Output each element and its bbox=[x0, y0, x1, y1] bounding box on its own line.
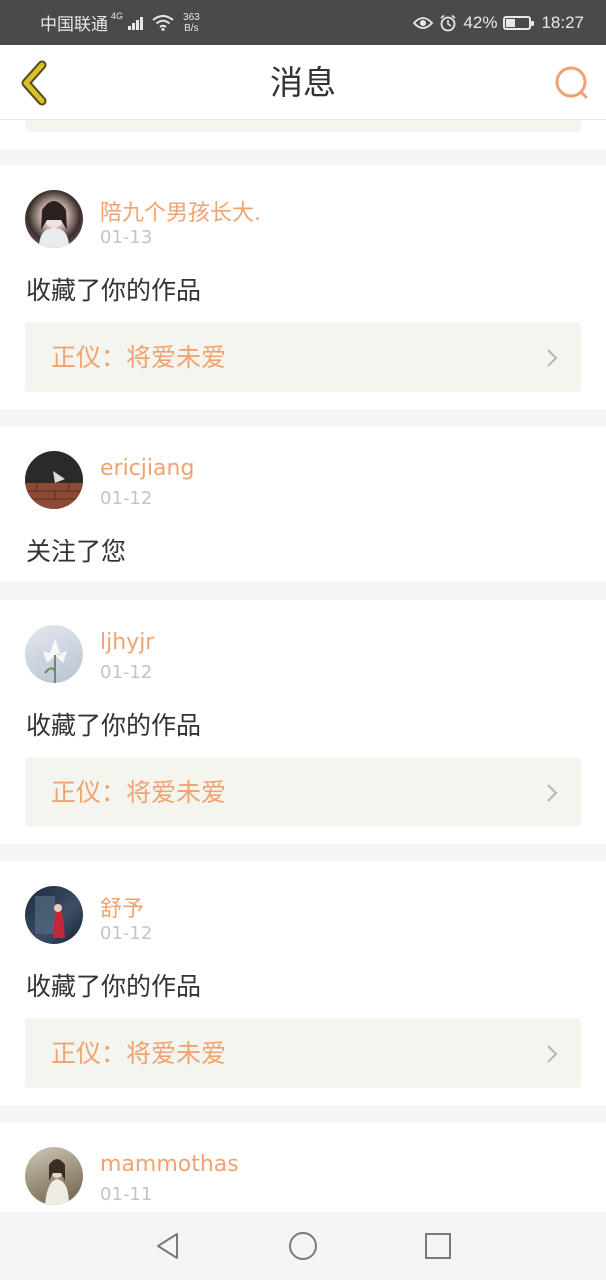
username[interactable]: 陪九个男孩长大. bbox=[100, 195, 261, 227]
signal-icon bbox=[128, 16, 144, 30]
chevron-right-icon bbox=[547, 784, 558, 802]
network-speed: 363 B/s bbox=[183, 12, 200, 34]
circle-home-icon[interactable] bbox=[287, 1230, 319, 1262]
status-bar: 中国联通 4G 363 B/s 42% 18:27 bbox=[0, 0, 606, 45]
work-link[interactable]: 正仪：将爱未爱 bbox=[25, 1018, 581, 1088]
message-date: 01-13 bbox=[100, 227, 153, 248]
avatar[interactable] bbox=[25, 451, 83, 509]
message-card: 舒予 01-12 收藏了你的作品 正仪：将爱未爱 bbox=[0, 861, 606, 1105]
battery-percent: 42% bbox=[463, 12, 498, 32]
work-link[interactable]: 正仪：将爱未爱 bbox=[25, 322, 581, 392]
system-nav-bar bbox=[0, 1212, 606, 1280]
username[interactable]: mammothas bbox=[100, 1152, 239, 1177]
clock: 18:27 bbox=[541, 12, 584, 32]
message-date: 01-12 bbox=[100, 923, 153, 944]
battery-icon bbox=[503, 15, 535, 30]
work-link-previous[interactable] bbox=[25, 120, 581, 132]
username[interactable]: ljhyjr bbox=[100, 630, 154, 655]
wifi-icon bbox=[152, 14, 174, 31]
status-right: 42% 18:27 bbox=[413, 0, 584, 45]
message-action: 收藏了你的作品 bbox=[26, 972, 202, 1001]
chevron-right-icon bbox=[547, 1045, 558, 1063]
app-header: 消息 bbox=[0, 45, 606, 120]
eye-icon bbox=[413, 16, 434, 29]
message-date: 01-11 bbox=[100, 1184, 153, 1205]
status-left: 中国联通 4G 363 B/s bbox=[40, 0, 200, 45]
alarm-icon bbox=[440, 14, 456, 31]
square-recents-icon[interactable] bbox=[422, 1230, 454, 1262]
message-date: 01-12 bbox=[100, 662, 153, 683]
message-card: 陪九个男孩长大. 01-13 收藏了你的作品 正仪：将爱未爱 bbox=[0, 165, 606, 409]
username[interactable]: ericjiang bbox=[100, 456, 194, 481]
username[interactable]: 舒予 bbox=[100, 891, 144, 923]
avatar[interactable] bbox=[25, 1147, 83, 1205]
avatar[interactable] bbox=[25, 190, 83, 248]
search-icon bbox=[555, 66, 588, 99]
search-button[interactable] bbox=[552, 63, 592, 103]
work-title: 正仪：将爱未爱 bbox=[51, 1039, 227, 1068]
network-type: 4G bbox=[111, 11, 124, 21]
carrier-name: 中国联通 bbox=[40, 15, 108, 34]
work-link[interactable]: 正仪：将爱未爱 bbox=[25, 757, 581, 827]
triangle-back-icon[interactable] bbox=[152, 1230, 184, 1262]
message-card-previous bbox=[0, 120, 606, 149]
page-title: 消息 bbox=[270, 63, 336, 102]
work-title: 正仪：将爱未爱 bbox=[51, 778, 227, 807]
avatar[interactable] bbox=[25, 625, 83, 683]
message-card: ericjiang 01-12 关注了您 bbox=[0, 426, 606, 582]
message-action: 收藏了你的作品 bbox=[26, 711, 202, 740]
message-card: mammothas 01-11 bbox=[0, 1122, 606, 1222]
message-date: 01-12 bbox=[100, 488, 153, 509]
work-title: 正仪：将爱未爱 bbox=[51, 343, 227, 372]
avatar[interactable] bbox=[25, 886, 83, 944]
speed-unit: B/s bbox=[184, 22, 199, 34]
chevron-right-icon bbox=[547, 349, 558, 367]
message-action: 关注了您 bbox=[26, 537, 127, 566]
speed-value: 363 bbox=[183, 11, 200, 23]
message-action: 收藏了你的作品 bbox=[26, 276, 202, 305]
message-card: ljhyjr 01-12 收藏了你的作品 正仪：将爱未爱 bbox=[0, 600, 606, 844]
